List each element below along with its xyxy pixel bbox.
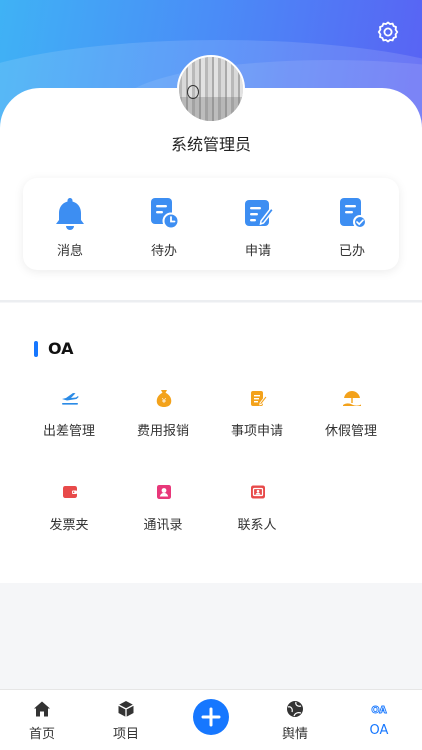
tab-public-opinion[interactable]: 舆情 xyxy=(253,690,337,750)
oa-item-label: 出差管理 xyxy=(42,424,95,439)
apply-edit-icon xyxy=(245,200,274,226)
tab-home[interactable]: 首页 xyxy=(0,690,84,750)
section-title-marker xyxy=(34,341,38,357)
contact-card-icon xyxy=(157,485,171,499)
quick-action-apply[interactable]: 申请 xyxy=(211,178,305,270)
oa-item-label: 休假管理 xyxy=(324,424,377,439)
tab-label: OA xyxy=(369,723,389,738)
oa-item-label: 费用报销 xyxy=(136,424,189,439)
tab-projects[interactable]: 项目 xyxy=(84,690,168,750)
oa-item-contacts[interactable]: 联系人 xyxy=(210,482,304,552)
settings-gear-icon[interactable] xyxy=(374,18,402,46)
oa-item-label: 联系人 xyxy=(237,518,277,533)
oa-item-business-trip[interactable]: 出差管理 xyxy=(22,388,116,458)
username: 系统管理员 xyxy=(170,135,251,154)
globe-icon xyxy=(287,701,303,717)
tab-label: 项目 xyxy=(112,727,139,742)
add-button[interactable] xyxy=(193,699,229,735)
wallet-icon xyxy=(63,486,77,498)
oa-item-label: 发票夹 xyxy=(49,518,89,533)
tab-label: 舆情 xyxy=(281,727,308,742)
quick-action-todo[interactable]: 待办 xyxy=(117,178,211,270)
quick-action-label: 待办 xyxy=(150,244,177,259)
id-card-icon xyxy=(251,485,265,499)
plus-icon xyxy=(201,707,221,727)
oa-item-address-book[interactable]: 通讯录 xyxy=(116,482,210,552)
section-title: OA xyxy=(48,339,74,358)
quick-action-label: 消息 xyxy=(56,244,83,259)
svg-text:¥: ¥ xyxy=(162,397,167,405)
quick-action-label: 申请 xyxy=(244,244,271,259)
oa-item-label: 通讯录 xyxy=(143,518,183,533)
beach-umbrella-icon xyxy=(343,391,361,406)
plane-icon xyxy=(62,393,79,405)
svg-text:OA: OA xyxy=(371,705,387,716)
oa-item-label: 事项申请 xyxy=(230,424,283,439)
home-icon xyxy=(34,701,50,717)
oa-item-leave[interactable]: 休假管理 xyxy=(304,388,398,458)
bell-icon xyxy=(56,198,84,230)
quick-action-done[interactable]: 已办 xyxy=(305,178,399,270)
money-bag-icon: ¥ xyxy=(156,390,172,407)
quick-actions-card: 消息 待办 申请 已办 xyxy=(23,178,399,270)
quick-action-messages[interactable]: 消息 xyxy=(23,178,117,270)
oa-icon: OA xyxy=(371,705,388,717)
todo-clock-icon xyxy=(151,198,180,230)
oa-item-expense[interactable]: ¥ 费用报销 xyxy=(116,388,210,458)
clipboard-edit-icon xyxy=(251,391,268,406)
cube-icon xyxy=(118,701,134,717)
quick-action-label: 已办 xyxy=(338,244,365,259)
oa-item-invoice-folder[interactable]: 发票夹 xyxy=(22,482,116,552)
oa-section: OA 出差管理 ¥ 费用报销 事项申请 休假管理 发票夹 通讯录 联系人 xyxy=(0,303,422,583)
avatar[interactable] xyxy=(177,55,245,123)
done-check-icon xyxy=(340,198,367,229)
tab-label: 首页 xyxy=(28,727,55,742)
bottom-tab-bar: 首页 项目 舆情 OA OA xyxy=(0,689,422,750)
tab-oa[interactable]: OA OA xyxy=(337,690,421,750)
section-divider xyxy=(0,300,422,302)
oa-item-matter-apply[interactable]: 事项申请 xyxy=(210,388,304,458)
